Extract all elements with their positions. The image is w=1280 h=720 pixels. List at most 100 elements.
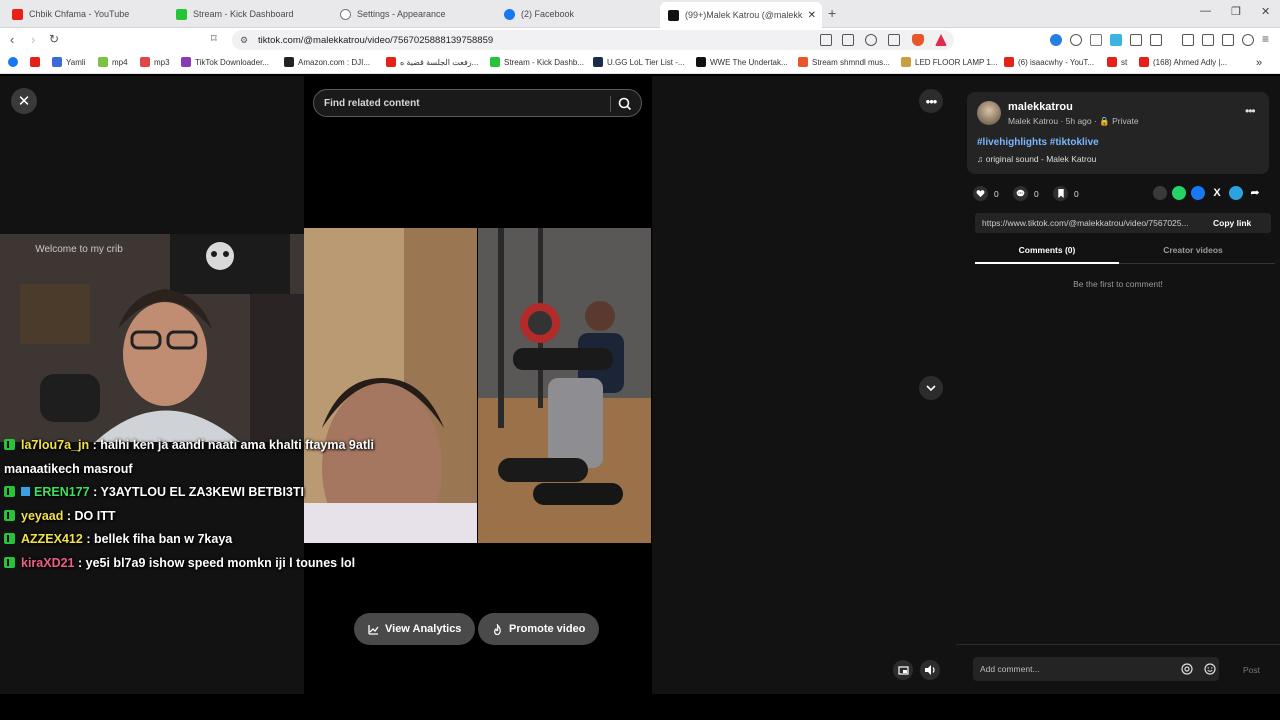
- zoom-icon[interactable]: [865, 34, 877, 46]
- tab-comments[interactable]: Comments (0): [975, 245, 1119, 255]
- bookmark-tiktok-downloader[interactable]: TikTok Downloader...: [181, 57, 269, 67]
- browser-tab-facebook[interactable]: (2) Facebook: [496, 3, 656, 25]
- like-button[interactable]: 0: [973, 186, 999, 201]
- close-video-button[interactable]: ✕: [11, 88, 37, 114]
- bookmark-mp3[interactable]: mp3: [140, 57, 170, 67]
- comment-input[interactable]: Add comment...: [980, 664, 1040, 674]
- video-link[interactable]: https://www.tiktok.com/@malekkatrou/vide…: [982, 218, 1207, 228]
- bookmark-youtube[interactable]: [30, 57, 44, 67]
- browser-tab-kick[interactable]: Stream - Kick Dashboard: [168, 3, 328, 25]
- maximize-button[interactable]: ❐: [1231, 5, 1241, 18]
- whatsapp-icon[interactable]: [1172, 186, 1186, 200]
- picture-in-picture-button[interactable]: [893, 660, 913, 680]
- bookmarks-overflow-button[interactable]: »: [1256, 57, 1262, 69]
- chat-message: EREN177 : Y3AYTLOU EL ZA3KEWI BETBI3TI: [4, 481, 374, 505]
- bookmark-ugg[interactable]: U.GG LoL Tier List -...: [593, 57, 685, 67]
- extension-icon-4[interactable]: [1110, 34, 1122, 46]
- minimize-button[interactable]: —: [1200, 5, 1211, 17]
- bookmark-label: Stream shmndl mus...: [812, 57, 890, 67]
- facebook-share-icon[interactable]: [1191, 186, 1205, 200]
- menu-icon[interactable]: ≡: [1262, 32, 1269, 46]
- url-text: tiktok.com/@malekkatrou/video/7567025888…: [258, 34, 494, 46]
- browser-tab-bar: Chbik Chfama - YouTube Stream - Kick Das…: [0, 0, 1280, 28]
- browser-tab-youtube[interactable]: Chbik Chfama - YouTube: [4, 3, 164, 25]
- comment-button[interactable]: 0: [1013, 186, 1039, 201]
- bookmark-wwe[interactable]: WWE The Undertak...: [696, 57, 788, 67]
- view-analytics-label: View Analytics: [385, 623, 462, 635]
- new-tab-button[interactable]: +: [828, 5, 836, 21]
- comment-count: 0: [1034, 188, 1039, 199]
- gear-icon: [340, 8, 351, 20]
- forward-icon[interactable]: ›: [31, 32, 35, 47]
- back-icon[interactable]: ‹: [10, 32, 14, 47]
- bookmark-amazon[interactable]: Amazon.com : DJI...: [284, 57, 370, 67]
- extension-icon-3[interactable]: [1090, 34, 1102, 46]
- wallet-icon[interactable]: [1222, 34, 1234, 46]
- telegram-icon[interactable]: [1229, 186, 1243, 200]
- post-comment-button[interactable]: Post: [1243, 665, 1260, 675]
- site-info-icon[interactable]: ⚙: [240, 35, 248, 46]
- save-button[interactable]: 0: [1053, 186, 1079, 201]
- close-tab-icon[interactable]: ✕: [808, 10, 816, 21]
- window-close-button[interactable]: ✕: [1261, 5, 1270, 18]
- volume-button[interactable]: [920, 660, 940, 680]
- live-chat-overlay: la7lou7a_jn : halhi ken ja aandi naati a…: [4, 434, 374, 575]
- copy-link-button[interactable]: Copy link: [1213, 218, 1251, 228]
- room-sign-text: Welcome to my crib: [35, 244, 123, 255]
- search-input[interactable]: Find related content: [324, 98, 420, 109]
- extension-icon-2[interactable]: [1070, 34, 1082, 46]
- search-icon[interactable]: [617, 96, 633, 112]
- reload-icon[interactable]: ↻: [49, 32, 59, 46]
- bookmark-kick[interactable]: Stream - Kick Dashb...: [490, 57, 584, 67]
- comment-composer[interactable]: Add comment...: [973, 657, 1219, 681]
- brave-shields-icon[interactable]: [912, 34, 924, 46]
- bookmark-arabic-video[interactable]: رفعت الجلسة قضية ه...: [386, 57, 478, 67]
- bookmark-icon[interactable]: ⌑: [211, 32, 217, 45]
- bookmark-facebook[interactable]: [8, 57, 22, 67]
- promote-video-label: Promote video: [509, 623, 586, 635]
- bookmark-label: (168) Ahmed Adly |...: [1153, 57, 1228, 67]
- find-related-search[interactable]: Find related content: [313, 89, 642, 117]
- bookmark-isaacwhy[interactable]: (6) isaacwhy - YouT...: [1004, 57, 1094, 67]
- browser-tab-settings[interactable]: Settings - Appearance: [332, 3, 492, 25]
- bookmark-stream[interactable]: Stream shmndl mus...: [798, 57, 890, 67]
- next-video-button[interactable]: [919, 376, 943, 400]
- video-more-options-button[interactable]: •••: [919, 89, 943, 113]
- open-external-icon[interactable]: [842, 34, 854, 46]
- x-share-icon[interactable]: X: [1210, 186, 1224, 200]
- view-analytics-button[interactable]: View Analytics: [354, 613, 476, 645]
- tab-title: Settings - Appearance: [357, 9, 446, 19]
- extensions-puzzle-icon[interactable]: [1130, 34, 1142, 46]
- bookmark-mp4[interactable]: mp4: [98, 57, 128, 67]
- avatar[interactable]: [977, 101, 1001, 125]
- promote-video-button[interactable]: Promote video: [478, 613, 600, 645]
- hashtags[interactable]: #livehighlights #tiktoklive: [977, 137, 1099, 148]
- sidebar-icon[interactable]: [1202, 34, 1214, 46]
- author-username[interactable]: malekkatrou: [1008, 101, 1073, 113]
- browser-tab-tiktok[interactable]: (99+)Malek Katrou (@malekk ✕: [660, 2, 822, 28]
- reader-icon[interactable]: [820, 34, 832, 46]
- tab-title: Chbik Chfama - YouTube: [29, 9, 130, 19]
- share-page-icon[interactable]: [888, 34, 900, 46]
- chat-text: : bellek fiha ban w 7kaya: [86, 532, 233, 546]
- chat-username: EREN177: [34, 485, 90, 499]
- active-tab-indicator: [975, 262, 1119, 264]
- bookmark-lamp[interactable]: LED FLOOR LAMP 1...: [901, 57, 998, 67]
- extension-icon-5[interactable]: [1150, 34, 1162, 46]
- bookmark-label: Stream - Kick Dashb...: [504, 57, 585, 67]
- leo-icon[interactable]: [1242, 34, 1254, 46]
- bookmark-label: mp4: [112, 57, 128, 67]
- embed-icon[interactable]: [1153, 186, 1167, 200]
- chat-message: AZZEX412 : bellek fiha ban w 7kaya: [4, 528, 374, 552]
- media-icon[interactable]: [1182, 34, 1194, 46]
- bookmark-st[interactable]: st: [1107, 57, 1127, 67]
- extension-icon-1[interactable]: [1050, 34, 1062, 46]
- mention-icon[interactable]: [1181, 663, 1193, 675]
- bookmark-yamli[interactable]: Yamli: [52, 57, 85, 67]
- emoji-icon[interactable]: [1204, 663, 1216, 675]
- tab-creator-videos[interactable]: Creator videos: [1121, 245, 1265, 255]
- bookmark-ahmed-adly[interactable]: (168) Ahmed Adly |...: [1139, 57, 1227, 67]
- card-more-options-button[interactable]: •••: [1245, 104, 1256, 118]
- share-arrow-icon[interactable]: ➦: [1248, 186, 1262, 200]
- original-sound-link[interactable]: ♫ original sound - Malek Katrou: [977, 154, 1096, 164]
